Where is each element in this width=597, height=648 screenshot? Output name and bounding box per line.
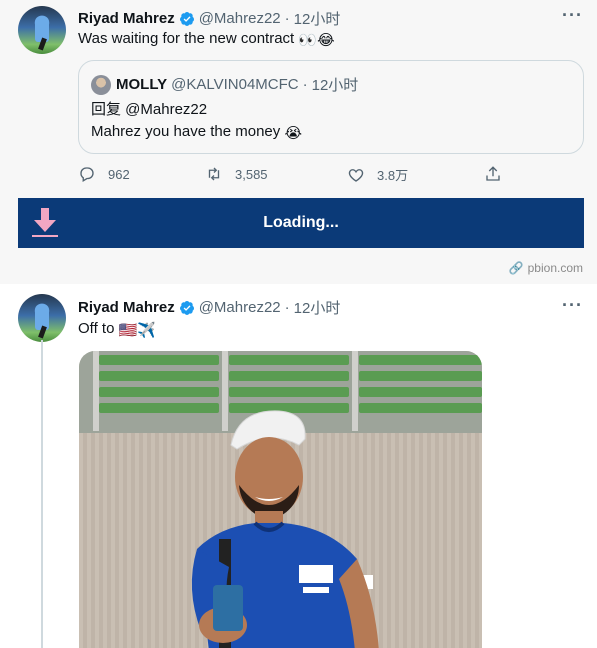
quoted-tweet-header: MOLLY @KALVIN04MCFC · 12小时 bbox=[91, 74, 358, 95]
author-name[interactable]: Riyad Mahrez bbox=[78, 10, 175, 27]
avatar[interactable] bbox=[18, 294, 66, 342]
retweet-icon bbox=[208, 167, 220, 181]
verified-badge-icon bbox=[179, 11, 194, 26]
attribution[interactable]: 🔗 pbion.com bbox=[509, 261, 583, 275]
verified-badge-icon bbox=[179, 300, 194, 315]
tweet-photo[interactable] bbox=[79, 351, 482, 648]
tweet-actions: 962 3,585 3.8万 bbox=[78, 165, 508, 187]
tweet-2[interactable]: Riyad Mahrez @Mahrez22 · 12小时 ··· Off to… bbox=[0, 284, 597, 648]
separator-dot: · bbox=[284, 299, 290, 316]
tweet-text: Off to 🇺🇸✈️ bbox=[78, 320, 156, 339]
share-button[interactable] bbox=[484, 165, 514, 183]
reply-button[interactable]: 962 bbox=[78, 165, 130, 183]
retweet-button[interactable]: 3,585 bbox=[205, 165, 268, 183]
quoted-reply-to: 回复 @Mahrez22 bbox=[91, 101, 208, 118]
like-button[interactable]: 3.8万 bbox=[347, 165, 408, 184]
quoted-timestamp: 12小时 bbox=[311, 77, 359, 94]
author-handle[interactable]: @Mahrez22 bbox=[199, 299, 281, 316]
separator-dot: · bbox=[284, 10, 290, 27]
quoted-avatar bbox=[91, 74, 111, 95]
more-options-icon[interactable]: ··· bbox=[562, 296, 583, 314]
loading-text: Loading... bbox=[263, 214, 339, 231]
attribution-text: pbion.com bbox=[527, 261, 583, 275]
author-handle[interactable]: @Mahrez22 bbox=[199, 10, 281, 27]
quoted-author-handle: @KALVIN04MCFC bbox=[171, 76, 299, 93]
quoted-tweet[interactable]: MOLLY @KALVIN04MCFC · 12小时 回复 @Mahrez22 … bbox=[78, 60, 584, 154]
quoted-text: Mahrez you have the money 😭 bbox=[91, 123, 302, 142]
avatar[interactable] bbox=[18, 6, 66, 54]
tweet-text: Was waiting for the new contract 👀😂 bbox=[78, 30, 335, 49]
thread-line bbox=[41, 340, 43, 648]
tweet-emoji: 🇺🇸✈️ bbox=[118, 322, 156, 339]
author-name[interactable]: Riyad Mahrez bbox=[78, 299, 175, 316]
tweet-header: Riyad Mahrez @Mahrez22 · 12小时 bbox=[78, 297, 340, 318]
separator-dot: · bbox=[302, 76, 308, 93]
link-icon: 🔗 bbox=[508, 261, 524, 275]
loading-banner[interactable]: Loading... bbox=[18, 198, 584, 248]
quoted-emoji: 😭 bbox=[284, 125, 302, 142]
quoted-author-name: MOLLY bbox=[116, 76, 168, 93]
heart-icon bbox=[348, 168, 364, 182]
retweet-count: 3,585 bbox=[235, 166, 268, 182]
more-options-icon[interactable]: ··· bbox=[562, 6, 583, 24]
person-figure bbox=[191, 410, 379, 648]
tweet-1[interactable]: Riyad Mahrez @Mahrez22 · 12小时 ··· Was wa… bbox=[0, 0, 597, 186]
like-count: 3.8万 bbox=[377, 168, 409, 183]
timestamp[interactable]: 12小时 bbox=[294, 8, 341, 29]
reply-count: 962 bbox=[108, 166, 130, 182]
share-icon bbox=[486, 166, 500, 181]
tweet-emoji: 👀😂 bbox=[298, 32, 335, 49]
tweet-header: Riyad Mahrez @Mahrez22 · 12小时 bbox=[78, 8, 340, 29]
timestamp[interactable]: 12小时 bbox=[294, 297, 341, 318]
reply-icon bbox=[80, 167, 94, 182]
